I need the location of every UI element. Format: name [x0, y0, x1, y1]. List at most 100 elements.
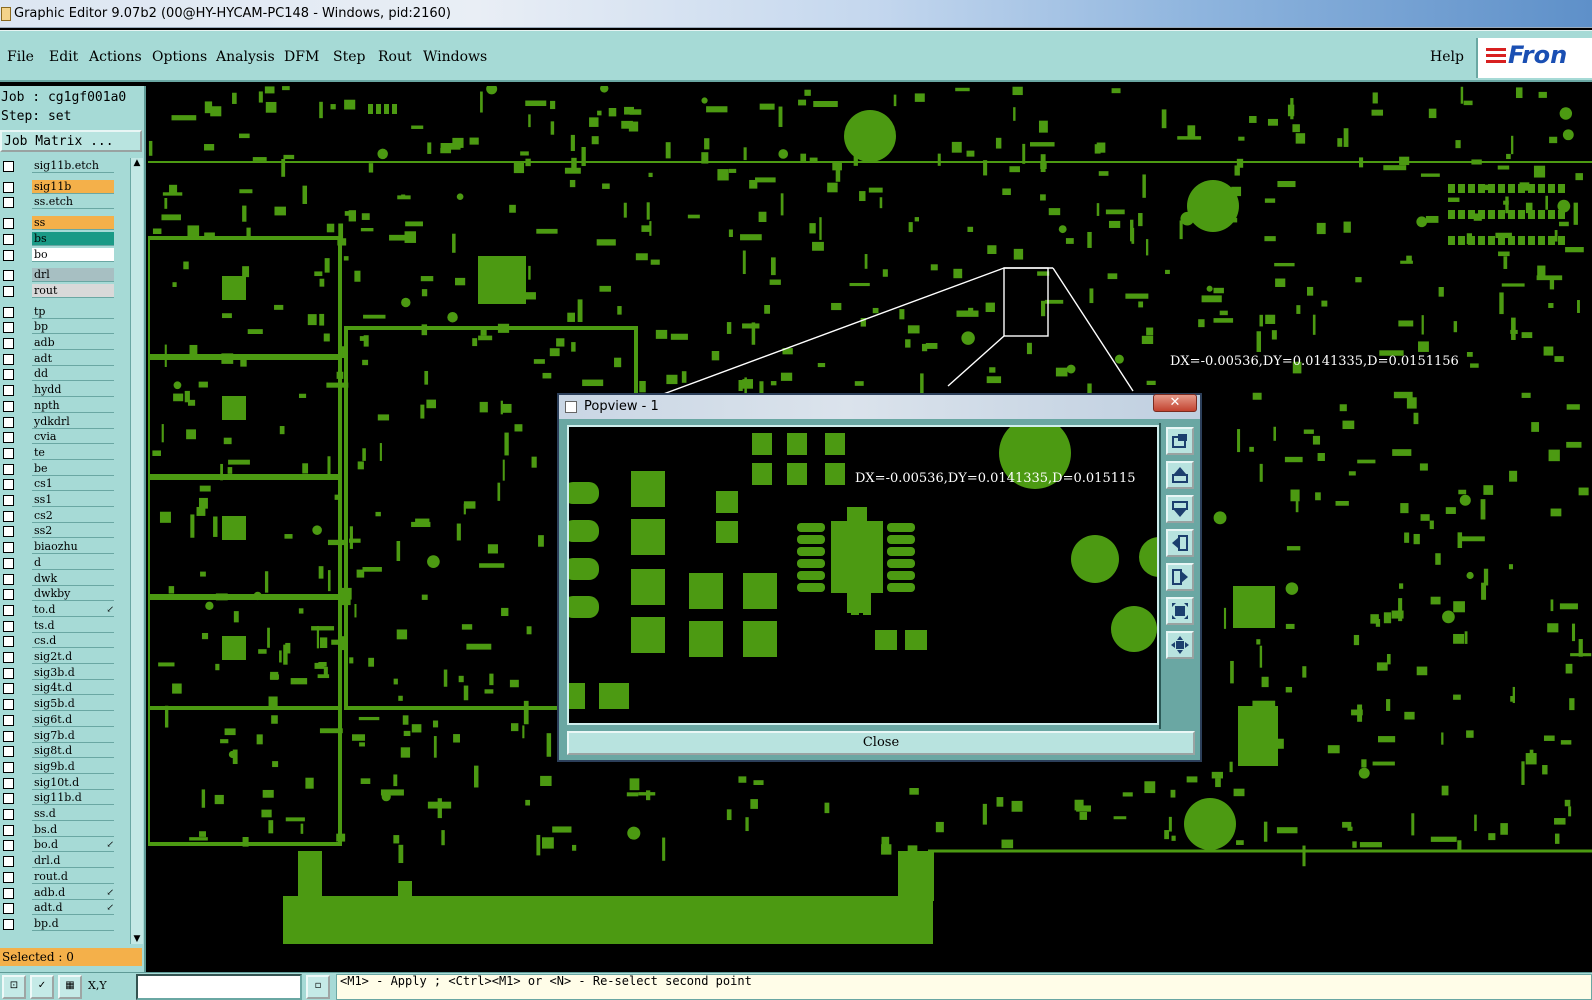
- layer-name[interactable]: to.d ↙: [32, 602, 114, 617]
- layer-row[interactable]: cs1: [0, 477, 130, 492]
- layer-checkbox[interactable]: [3, 918, 14, 930]
- pan-right-button[interactable]: [1166, 563, 1194, 591]
- layer-name[interactable]: adt: [32, 351, 114, 366]
- menu-edit[interactable]: Edit: [49, 49, 78, 65]
- check-icon[interactable]: ✓: [30, 975, 54, 999]
- layer-row[interactable]: hydd: [0, 383, 130, 398]
- layer-checkbox[interactable]: [3, 714, 14, 726]
- layer-name[interactable]: sig3b.d: [32, 665, 114, 680]
- layer-checkbox[interactable]: [3, 447, 14, 459]
- layer-checkbox[interactable]: [3, 526, 14, 538]
- layer-checkbox[interactable]: [3, 730, 14, 742]
- zoom-area-button[interactable]: [1166, 597, 1194, 625]
- layer-checkbox[interactable]: [3, 809, 14, 820]
- layer-row[interactable]: rout: [0, 283, 130, 299]
- layer-row[interactable]: sig3b.d: [0, 665, 130, 681]
- layer-name[interactable]: sig11b.d: [32, 791, 114, 806]
- layer-row[interactable]: ydkdrl: [0, 414, 130, 430]
- layer-name[interactable]: sig11b.etch: [32, 159, 114, 173]
- layer-row[interactable]: sig6t.d: [0, 712, 130, 728]
- layer-checkbox[interactable]: [3, 636, 14, 648]
- layer-name[interactable]: sig4t.d: [32, 681, 114, 696]
- layer-name[interactable]: d: [32, 555, 114, 570]
- zoom-fit-button[interactable]: [1166, 427, 1194, 455]
- layer-checkbox[interactable]: [3, 285, 14, 297]
- layer-row[interactable]: rout.d: [0, 869, 130, 885]
- layer-name[interactable]: dd: [32, 367, 114, 382]
- layer-row[interactable]: sig11b: [0, 179, 130, 195]
- layer-checkbox[interactable]: [3, 249, 14, 261]
- layer-checkbox[interactable]: [3, 887, 14, 899]
- layer-row[interactable]: cs.d: [0, 634, 130, 649]
- layer-row[interactable]: bp: [0, 320, 130, 335]
- layer-checkbox[interactable]: [3, 338, 14, 349]
- layer-name[interactable]: dwkby: [32, 587, 114, 602]
- layer-name[interactable]: adb: [32, 336, 114, 350]
- layer-checkbox[interactable]: [3, 557, 14, 569]
- layer-row[interactable]: bo.d ↙: [0, 838, 130, 853]
- layer-name[interactable]: bo: [32, 247, 114, 262]
- layer-checkbox[interactable]: [3, 218, 14, 230]
- layer-row[interactable]: to.d ↙: [0, 602, 130, 618]
- layer-checkbox[interactable]: [3, 369, 14, 381]
- layer-row[interactable]: sig11b.etch: [0, 159, 130, 174]
- layer-name[interactable]: sig10t.d: [32, 775, 114, 790]
- layer-row[interactable]: tp: [0, 304, 130, 320]
- layer-name[interactable]: cs.d: [32, 634, 114, 649]
- layer-name[interactable]: sig7b.d: [32, 728, 114, 743]
- center-button[interactable]: [1166, 631, 1194, 659]
- layer-name[interactable]: sig9b.d: [32, 759, 114, 774]
- layer-checkbox[interactable]: [3, 824, 14, 836]
- layer-checkbox[interactable]: [3, 856, 14, 868]
- layer-checkbox[interactable]: [3, 840, 14, 852]
- snap-icon[interactable]: ⊡: [2, 975, 26, 999]
- layer-row[interactable]: ss2: [0, 524, 130, 539]
- layer-checkbox[interactable]: [3, 385, 14, 397]
- layer-checkbox[interactable]: [3, 652, 14, 663]
- layer-row[interactable]: drl: [0, 268, 130, 283]
- layer-row[interactable]: sig10t.d: [0, 775, 130, 791]
- layer-row[interactable]: bs.d: [0, 822, 130, 838]
- layer-row[interactable]: sig8t.d: [0, 744, 130, 759]
- layer-checkbox[interactable]: [3, 573, 14, 585]
- layer-name[interactable]: bo.d ↙: [32, 838, 114, 853]
- layer-name[interactable]: ydkdrl: [32, 414, 114, 429]
- layer-row[interactable]: npth: [0, 398, 130, 414]
- scroll-up-icon[interactable]: ▲: [132, 158, 142, 168]
- layer-checkbox[interactable]: [3, 233, 14, 245]
- layer-checkbox[interactable]: [3, 589, 14, 601]
- layer-checkbox[interactable]: [3, 871, 14, 883]
- layer-row[interactable]: ss.etch: [0, 195, 130, 210]
- command-icon[interactable]: ▫: [306, 975, 330, 999]
- layer-name[interactable]: adt.d ↙: [32, 901, 114, 916]
- menu-step[interactable]: Step: [333, 49, 365, 65]
- layer-checkbox[interactable]: [3, 495, 14, 506]
- popview-canvas[interactable]: DX=-0.00536,DY=0.0141335,D=0.015115: [567, 425, 1159, 725]
- layer-name[interactable]: tp: [32, 304, 114, 319]
- layer-checkbox[interactable]: [3, 432, 14, 444]
- layer-name[interactable]: bp.d: [32, 916, 114, 931]
- layer-name[interactable]: cs2: [32, 508, 114, 523]
- layer-checkbox[interactable]: [3, 604, 14, 616]
- layer-row[interactable]: dwkby: [0, 587, 130, 602]
- zoom-in-button[interactable]: [1166, 461, 1194, 489]
- layer-checkbox[interactable]: [3, 306, 14, 318]
- layer-row[interactable]: drl.d: [0, 854, 130, 869]
- layer-name[interactable]: npth: [32, 398, 114, 413]
- job-matrix-button[interactable]: Job Matrix ...: [0, 130, 142, 152]
- layer-name[interactable]: bs: [32, 231, 114, 246]
- layer-row[interactable]: sig4t.d: [0, 681, 130, 696]
- layer-name[interactable]: rout: [32, 283, 114, 298]
- popview-close-button[interactable]: Close: [567, 731, 1195, 755]
- layer-name[interactable]: drl.d: [32, 854, 114, 869]
- layer-name[interactable]: cs1: [32, 477, 114, 492]
- menu-options[interactable]: Options: [152, 49, 207, 65]
- layer-name[interactable]: sig6t.d: [32, 712, 114, 727]
- layer-name[interactable]: be: [32, 461, 114, 476]
- layer-checkbox[interactable]: [3, 270, 14, 282]
- layer-checkbox[interactable]: [3, 197, 14, 209]
- layer-row[interactable]: ss.d: [0, 807, 130, 822]
- layer-row[interactable]: sig9b.d: [0, 759, 130, 775]
- layer-name[interactable]: cvia: [32, 430, 114, 445]
- layer-name[interactable]: ss: [32, 216, 114, 231]
